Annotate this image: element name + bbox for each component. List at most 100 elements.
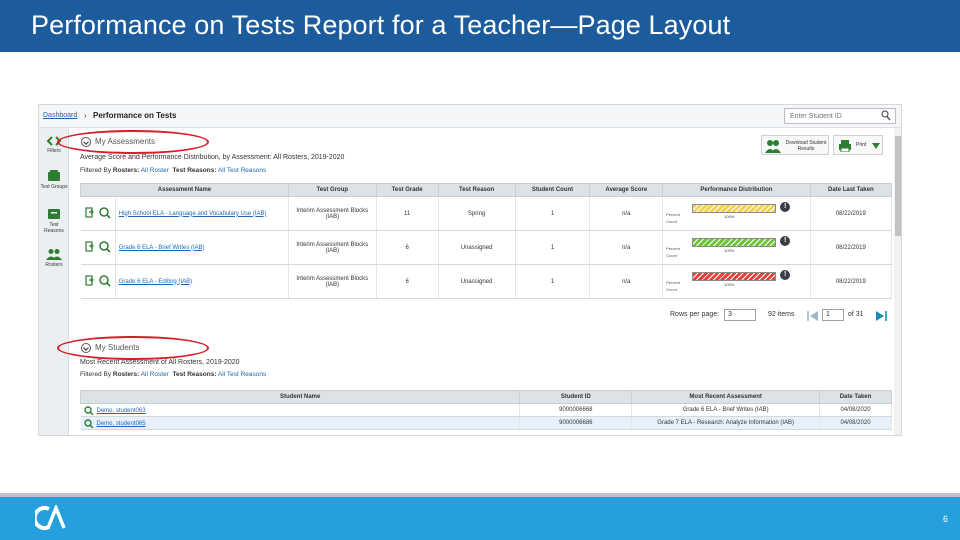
performance-bar-group: Percent Count 100%! [666,267,796,297]
performance-bar [692,203,777,213]
assessments-filters: Filtered By Rosters: All Roster Test Rea… [80,167,266,174]
assessments-subtitle: Average Score and Performance Distributi… [80,154,345,161]
prev-page-icon[interactable] [806,311,820,321]
student-id-cell: 9000006686 [519,416,633,430]
test-reason-cell: Spring [438,196,516,231]
search-icon[interactable] [881,110,891,121]
col-date-taken[interactable]: Date Taken [819,390,892,404]
row-actions [80,230,116,265]
col-student-count[interactable]: Student Count [514,183,591,197]
performance-distribution-cell: Percent Count 100%! [662,230,811,265]
col-assessment-name[interactable]: Assessment Name [80,183,289,197]
title-bar: Performance on Tests Report for a Teache… [0,0,960,52]
test-grade-cell: 6 [376,264,439,299]
col-date-last-taken[interactable]: Date Last Taken [809,183,893,197]
col-average-score[interactable]: Average Score [589,183,664,197]
scrollbar-thumb[interactable] [895,136,901,236]
test-groups-icon [48,170,60,181]
student-name-link[interactable]: Demo, student063 [97,408,146,414]
count-label: Count [666,286,677,292]
row-action-icons[interactable] [85,240,111,253]
assessment-name-link[interactable]: Grade 6 ELA - Brief Writes (IAB) [115,230,289,265]
percent-label: Percent [666,245,680,251]
filter-reasons-label: Test Reasons: [172,167,217,174]
sidebar-item-test-reasons[interactable]: Test Reasons [39,208,69,234]
search-icon[interactable] [83,405,94,416]
rows-per-page-label: Rows per page: [670,311,720,318]
assessment-name-link[interactable]: High School ELA - Language and Vocabular… [115,196,289,231]
test-reason-cell: Unassigned [438,264,516,299]
row-actions [80,196,116,231]
table-row[interactable]: Demo, student065 9000006686 Grade 7 ELA - … [80,416,892,430]
test-reasons-icon [48,209,60,219]
date-taken-cell: 04/08/2020 [819,416,892,430]
breadcrumb-dashboard-link[interactable]: Dashboard [43,112,77,119]
percent-label: Percent [666,279,680,285]
col-test-group[interactable]: Test Group [287,183,377,197]
student-count-cell: 1 [515,196,591,231]
test-grade-cell: 6 [376,230,439,265]
vertical-scrollbar[interactable] [894,128,901,435]
col-most-recent-assessment[interactable]: Most Recent Assessment [631,390,821,404]
info-icon[interactable]: ! [780,235,791,246]
assessment-name-link[interactable]: Grade 6 ELA - Editing (IAB) [115,264,289,299]
col-student-name[interactable]: Student Name [79,390,521,404]
info-icon[interactable]: ! [780,269,791,280]
sidebar-item-label: Rosters [45,262,63,268]
table-row: Grade 6 ELA - Editing (IAB) Interim Asses… [80,264,893,299]
test-grade-cell: 11 [376,196,439,231]
col-test-grade[interactable]: Test Grade [375,183,439,197]
date-last-taken-cell: 08/22/2019 [810,196,893,231]
performance-bar-group: Percent Count 100%! [666,233,796,263]
rosters-icon [46,249,62,260]
performance-bar [692,271,777,281]
items-count: 92 items [768,311,795,318]
filter-rosters-value[interactable]: All Roster [141,371,169,378]
print-button[interactable]: Print [833,135,883,155]
page-number-input[interactable]: 1 [822,309,844,321]
assessments-header-row: Assessment Name Test Group Test Grade Te… [80,183,893,197]
percent-label: Percent [666,211,680,217]
ca-logo [35,505,66,530]
filter-rosters-label: Rosters: [112,371,140,378]
average-score-cell: n/a [589,196,664,231]
most-recent-assessment-cell: Grade 6 ELA - Brief Writes (IAB) [631,403,821,417]
filter-reasons-value[interactable]: All Test Reasons [218,371,266,378]
filter-rosters-value[interactable]: All Roster [141,167,169,174]
table-row[interactable]: Demo, student063 9000006668 Grade 6 ELA - … [80,403,892,417]
students-table: Student Name Student ID Most Recent Asse… [79,390,892,430]
test-group-cell: Interim Assessment Blocks (IAB) [288,264,377,299]
download-student-results-button[interactable]: Download Student Results [761,135,829,155]
sidebar-item-label: Test Groups [40,184,68,190]
average-score-cell: n/a [589,264,664,299]
student-name-cell: Demo, student065 [80,416,521,430]
performance-bar [692,237,777,247]
breadcrumb-separator: › [84,111,87,120]
search-icon[interactable] [83,418,94,429]
test-group-cell: Interim Assessment Blocks (IAB) [288,196,377,231]
table-row: Grade 6 ELA - Brief Writes (IAB) Interim … [80,230,893,265]
col-test-reason[interactable]: Test Reason [437,183,516,197]
row-action-icons[interactable] [85,206,111,219]
count-label: Count [666,252,677,258]
col-student-id[interactable]: Student ID [519,390,633,404]
rows-per-page-select[interactable]: 3 [724,309,756,321]
sidebar-item-label: Test Reasons [44,222,64,234]
student-id-search-input[interactable] [784,108,896,124]
next-page-icon[interactable] [874,311,888,321]
row-action-icons[interactable] [85,274,111,287]
percent-value: 100% [724,281,735,287]
annotation-oval-assessments [57,130,209,154]
table-row: High School ELA - Language and Vocabular… [80,196,893,231]
slide: Performance on Tests Report for a Teache… [0,0,960,540]
filter-reasons-value[interactable]: All Test Reasons [218,167,266,174]
student-name-link[interactable]: Demo, student065 [97,421,146,427]
sidebar-item-test-groups[interactable]: Test Groups [39,170,69,190]
performance-bar-group: Percent Count 100%! [666,199,796,229]
info-icon[interactable]: ! [780,201,791,212]
app-screenshot: Dashboard › Performance on Tests Filters [38,104,902,436]
student-count-cell: 1 [515,230,591,265]
page-number: 6 [942,514,948,524]
sidebar-item-rosters[interactable]: Rosters [39,248,69,268]
app-topbar: Dashboard › Performance on Tests [39,105,901,128]
